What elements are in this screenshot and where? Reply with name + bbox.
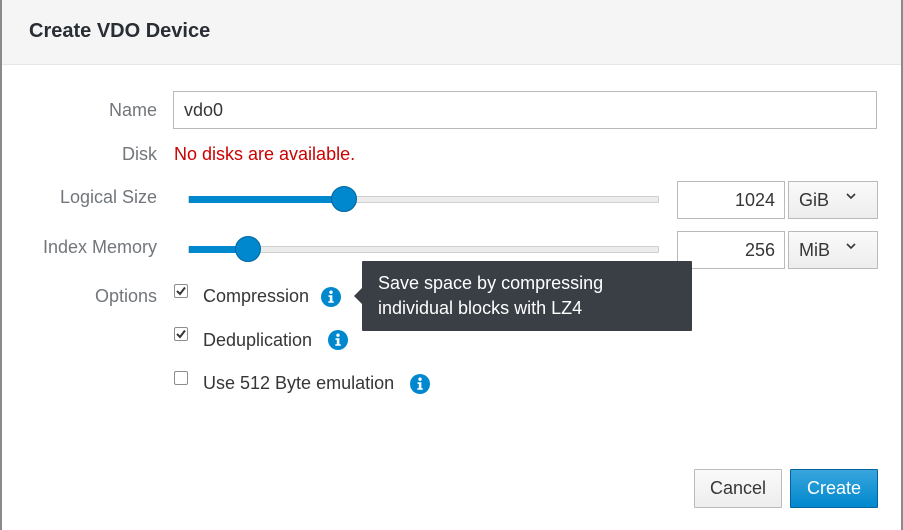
index-memory-label: Index Memory — [42, 237, 157, 257]
chevron-down-icon — [846, 243, 856, 250]
index-memory-slider[interactable] — [188, 236, 659, 262]
logical-size-unit-select[interactable]: GiB — [788, 181, 878, 219]
deduplication-checkbox[interactable] — [174, 327, 188, 341]
disk-error-message: No disks are available. — [174, 144, 356, 164]
info-circle-icon[interactable] — [328, 330, 348, 350]
checkmark-icon — [176, 329, 186, 339]
logical-size-input[interactable] — [677, 181, 785, 219]
index-memory-input[interactable] — [677, 231, 785, 269]
disk-label: Disk — [122, 144, 157, 164]
index-memory-unit-select[interactable]: MiB — [788, 231, 878, 269]
deduplication-label: Deduplication — [203, 330, 313, 350]
name-input[interactable] — [173, 91, 877, 129]
tooltip-line-1: Save space by compressing — [378, 273, 604, 293]
tooltip-line-2: individual blocks with LZ4 — [378, 298, 583, 318]
info-circle-icon[interactable] — [410, 374, 430, 394]
logical-size-slider-fill — [189, 196, 344, 203]
dialog-header: Create VDO Device — [2, 0, 901, 65]
chevron-down-icon — [846, 193, 856, 200]
index-memory-slider-handle[interactable] — [235, 236, 261, 262]
logical-size-slider-handle[interactable] — [331, 186, 357, 212]
create-button[interactable]: Create — [790, 469, 878, 508]
dialog-title: Create VDO Device — [29, 20, 211, 42]
create-vdo-dialog: Create VDO Device Name Disk No disks are… — [2, 0, 901, 530]
cancel-button[interactable]: Cancel — [694, 469, 782, 508]
tooltip-arrow — [354, 288, 362, 304]
logical-size-label: Logical Size — [59, 187, 157, 207]
name-label: Name — [108, 100, 157, 120]
logical-size-unit: GiB — [799, 190, 830, 210]
compression-checkbox[interactable] — [174, 284, 188, 298]
checkmark-icon — [176, 286, 186, 296]
byte-emulation-label: Use 512 Byte emulation — [203, 373, 395, 393]
byte-emulation-checkbox[interactable] — [174, 371, 188, 385]
logical-size-slider[interactable] — [188, 186, 659, 212]
compression-tooltip: Save space by compressing individual blo… — [354, 261, 692, 331]
compression-label: Compression — [203, 286, 310, 306]
info-circle-icon[interactable] — [321, 287, 341, 307]
index-memory-unit: MiB — [799, 240, 830, 260]
options-label: Options — [94, 286, 157, 306]
